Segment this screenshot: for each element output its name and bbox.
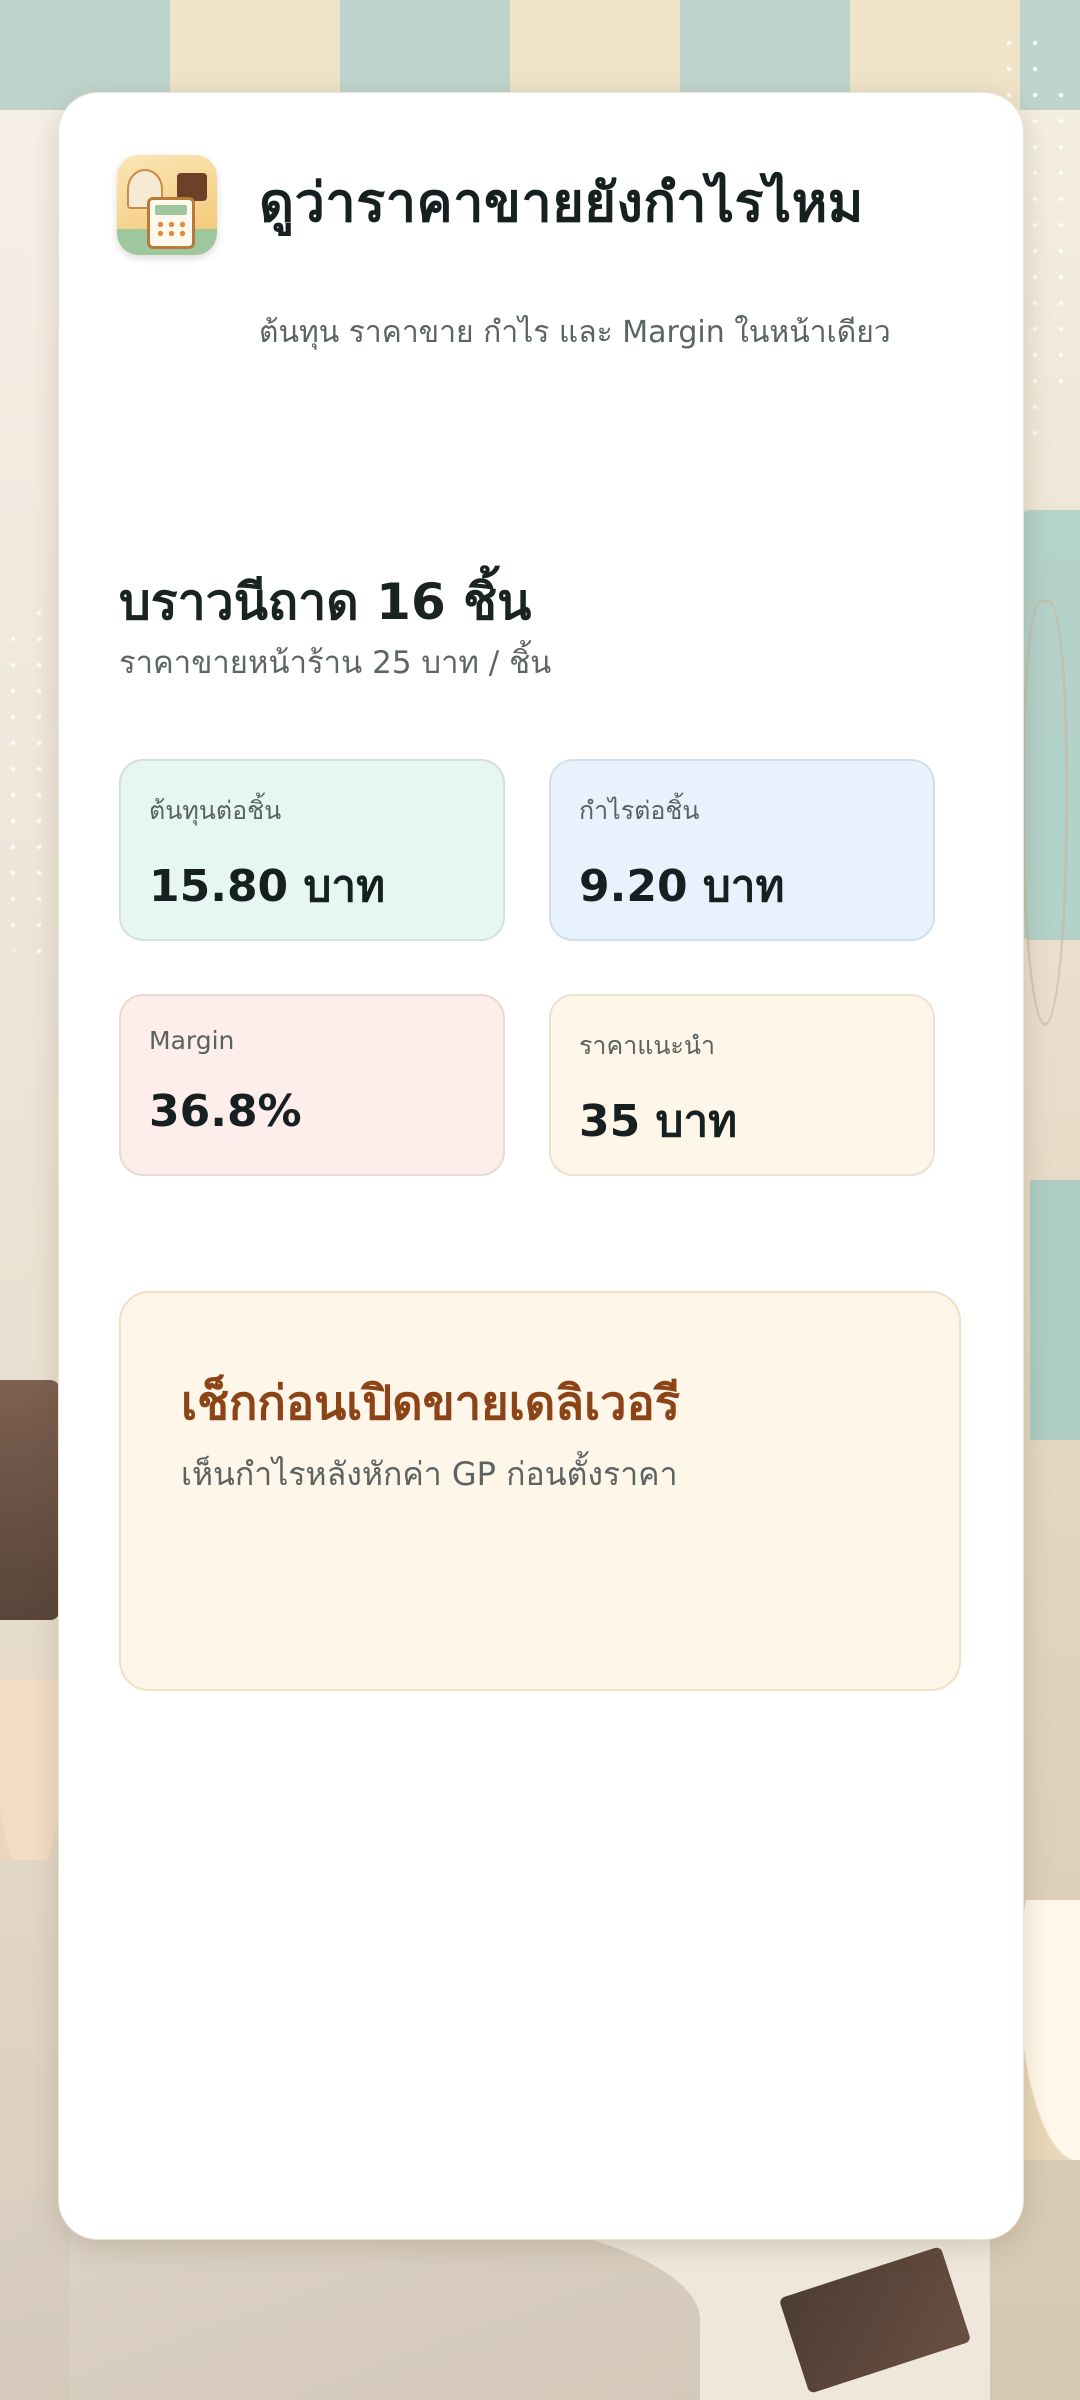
whisk-decoration xyxy=(1022,600,1068,1026)
delivery-check-banner[interactable]: เช็กก่อนเปิดขายเดลิเวอรี เห็นกำไรหลังหัก… xyxy=(119,1291,961,1691)
product-price-line: ราคาขายหน้าร้าน 25 บาท / ชิ้น xyxy=(119,645,552,681)
cupcake-decoration xyxy=(1020,1900,1080,2160)
margin-card: Margin 36.8% xyxy=(119,994,505,1176)
bakery-calculator-icon xyxy=(117,155,217,255)
page-title: ดูว่าราคาขายยังกำไรไหม xyxy=(259,171,864,234)
profit-per-piece-card: กำไรต่อชิ้น 9.20 บาท xyxy=(549,759,935,941)
banner-subtitle: เห็นกำไรหลังหักค่า GP ก่อนตั้งราคา xyxy=(181,1455,678,1493)
eggs-decoration xyxy=(0,1680,60,1860)
metric-value: 15.80 บาท xyxy=(149,861,386,912)
metric-value: 36.8% xyxy=(149,1086,302,1137)
metric-label: ต้นทุนต่อชิ้น xyxy=(149,796,282,825)
product-name: บราวนีถาด 16 ชิ้น xyxy=(119,573,532,631)
metric-label: ราคาแนะนำ xyxy=(579,1031,715,1060)
metric-label: Margin xyxy=(149,1026,235,1055)
cost-per-piece-card: ต้นทุนต่อชิ้น 15.80 บาท xyxy=(119,759,505,941)
chocolate-decoration xyxy=(778,2246,972,2394)
main-card: ดูว่าราคาขายยังกำไรไหม ต้นทุน ราคาขาย กำ… xyxy=(58,92,1024,2240)
brownie-decoration xyxy=(0,1380,60,1620)
metric-label: กำไรต่อชิ้น xyxy=(579,796,700,825)
calculator-icon-part xyxy=(147,197,195,249)
metric-value: 35 บาท xyxy=(579,1096,738,1147)
banner-title: เช็กก่อนเปิดขายเดลิเวอรี xyxy=(181,1376,681,1431)
page-subtitle: ต้นทุน ราคาขาย กำไร และ Margin ในหน้าเดี… xyxy=(259,315,891,350)
recommended-price-card: ราคาแนะนำ 35 บาท xyxy=(549,994,935,1176)
mint-box-decoration-2 xyxy=(1030,1180,1080,1440)
flowers-decoration-left xyxy=(0,600,60,980)
metric-value: 9.20 บาท xyxy=(579,861,785,912)
